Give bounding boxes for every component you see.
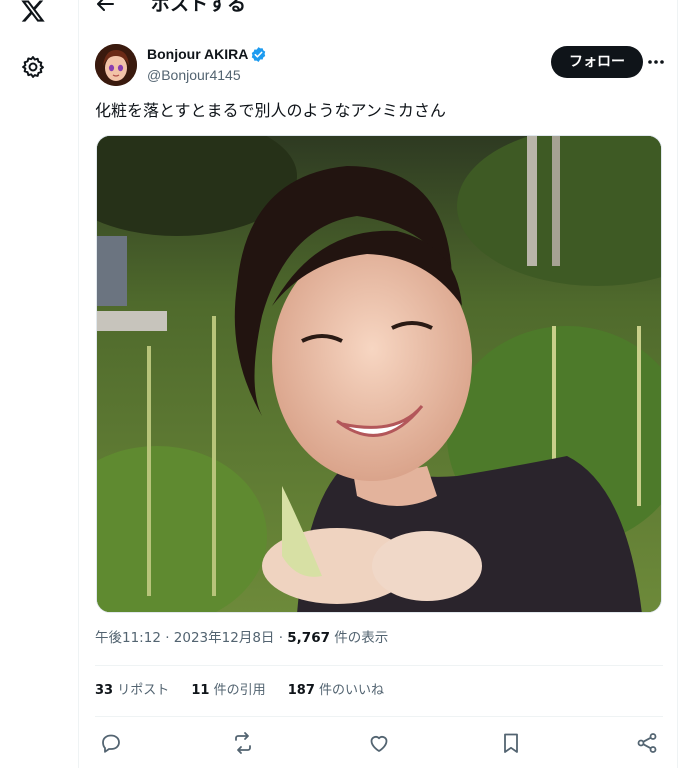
page-title: ポストする xyxy=(151,0,247,15)
repost-stat[interactable]: 33 リポスト xyxy=(95,683,169,698)
quote-stat[interactable]: 11 件の引用 xyxy=(191,683,265,698)
author-name[interactable]: Bonjour AKIRA xyxy=(147,45,248,63)
meta-separator: · xyxy=(160,630,174,646)
verified-badge-icon xyxy=(251,47,266,62)
like-count: 187 xyxy=(287,683,315,698)
post-date[interactable]: 2023年12月8日 xyxy=(174,630,275,646)
avatar[interactable] xyxy=(95,44,137,86)
reply-icon[interactable] xyxy=(99,731,123,755)
quote-label: 件の引用 xyxy=(209,683,266,698)
post-time[interactable]: 午後11:12 xyxy=(95,630,161,646)
like-stat[interactable]: 187 件のいいね xyxy=(288,683,384,698)
avatar-image xyxy=(95,44,137,86)
action-bar xyxy=(95,728,663,758)
bookmark-icon[interactable] xyxy=(499,731,523,755)
share-icon[interactable] xyxy=(635,731,659,755)
repost-icon[interactable] xyxy=(231,731,255,755)
more-icon[interactable] xyxy=(645,52,667,72)
engagement-stats: 33 リポスト 11 件の引用 187 件のいいね xyxy=(95,681,402,701)
tweet-photo[interactable] xyxy=(96,135,662,613)
main-column: ポストする Bonjour AKIRA @Bonjour4145 フォロー 化粧… xyxy=(78,0,678,768)
view-count-label: 件の表示 xyxy=(329,630,389,646)
post-meta: 午後11:12 · 2023年12月8日 · 5,767 件の表示 xyxy=(95,628,388,648)
tweet-text: 化粧を落とすとまるで別人のようなアンミカさん xyxy=(95,101,446,120)
quote-count: 11 xyxy=(191,683,210,698)
follow-button[interactable]: フォロー xyxy=(551,46,643,78)
repost-label: リポスト xyxy=(113,683,170,698)
page: ポストする Bonjour AKIRA @Bonjour4145 フォロー 化粧… xyxy=(0,0,697,768)
repost-count: 33 xyxy=(95,683,114,698)
left-rail xyxy=(0,0,78,768)
author-handle[interactable]: @Bonjour4145 xyxy=(147,66,241,84)
photo-image xyxy=(97,136,661,612)
gear-icon[interactable] xyxy=(20,54,46,80)
divider xyxy=(95,665,663,666)
x-logo-icon[interactable] xyxy=(20,0,46,24)
meta-separator: · xyxy=(274,630,288,646)
like-label: 件のいいね xyxy=(314,683,385,698)
back-arrow-icon[interactable] xyxy=(93,0,117,16)
heart-icon[interactable] xyxy=(367,731,391,755)
header: ポストする xyxy=(79,0,677,26)
view-count: 5,767 xyxy=(287,630,330,646)
divider xyxy=(95,716,663,717)
